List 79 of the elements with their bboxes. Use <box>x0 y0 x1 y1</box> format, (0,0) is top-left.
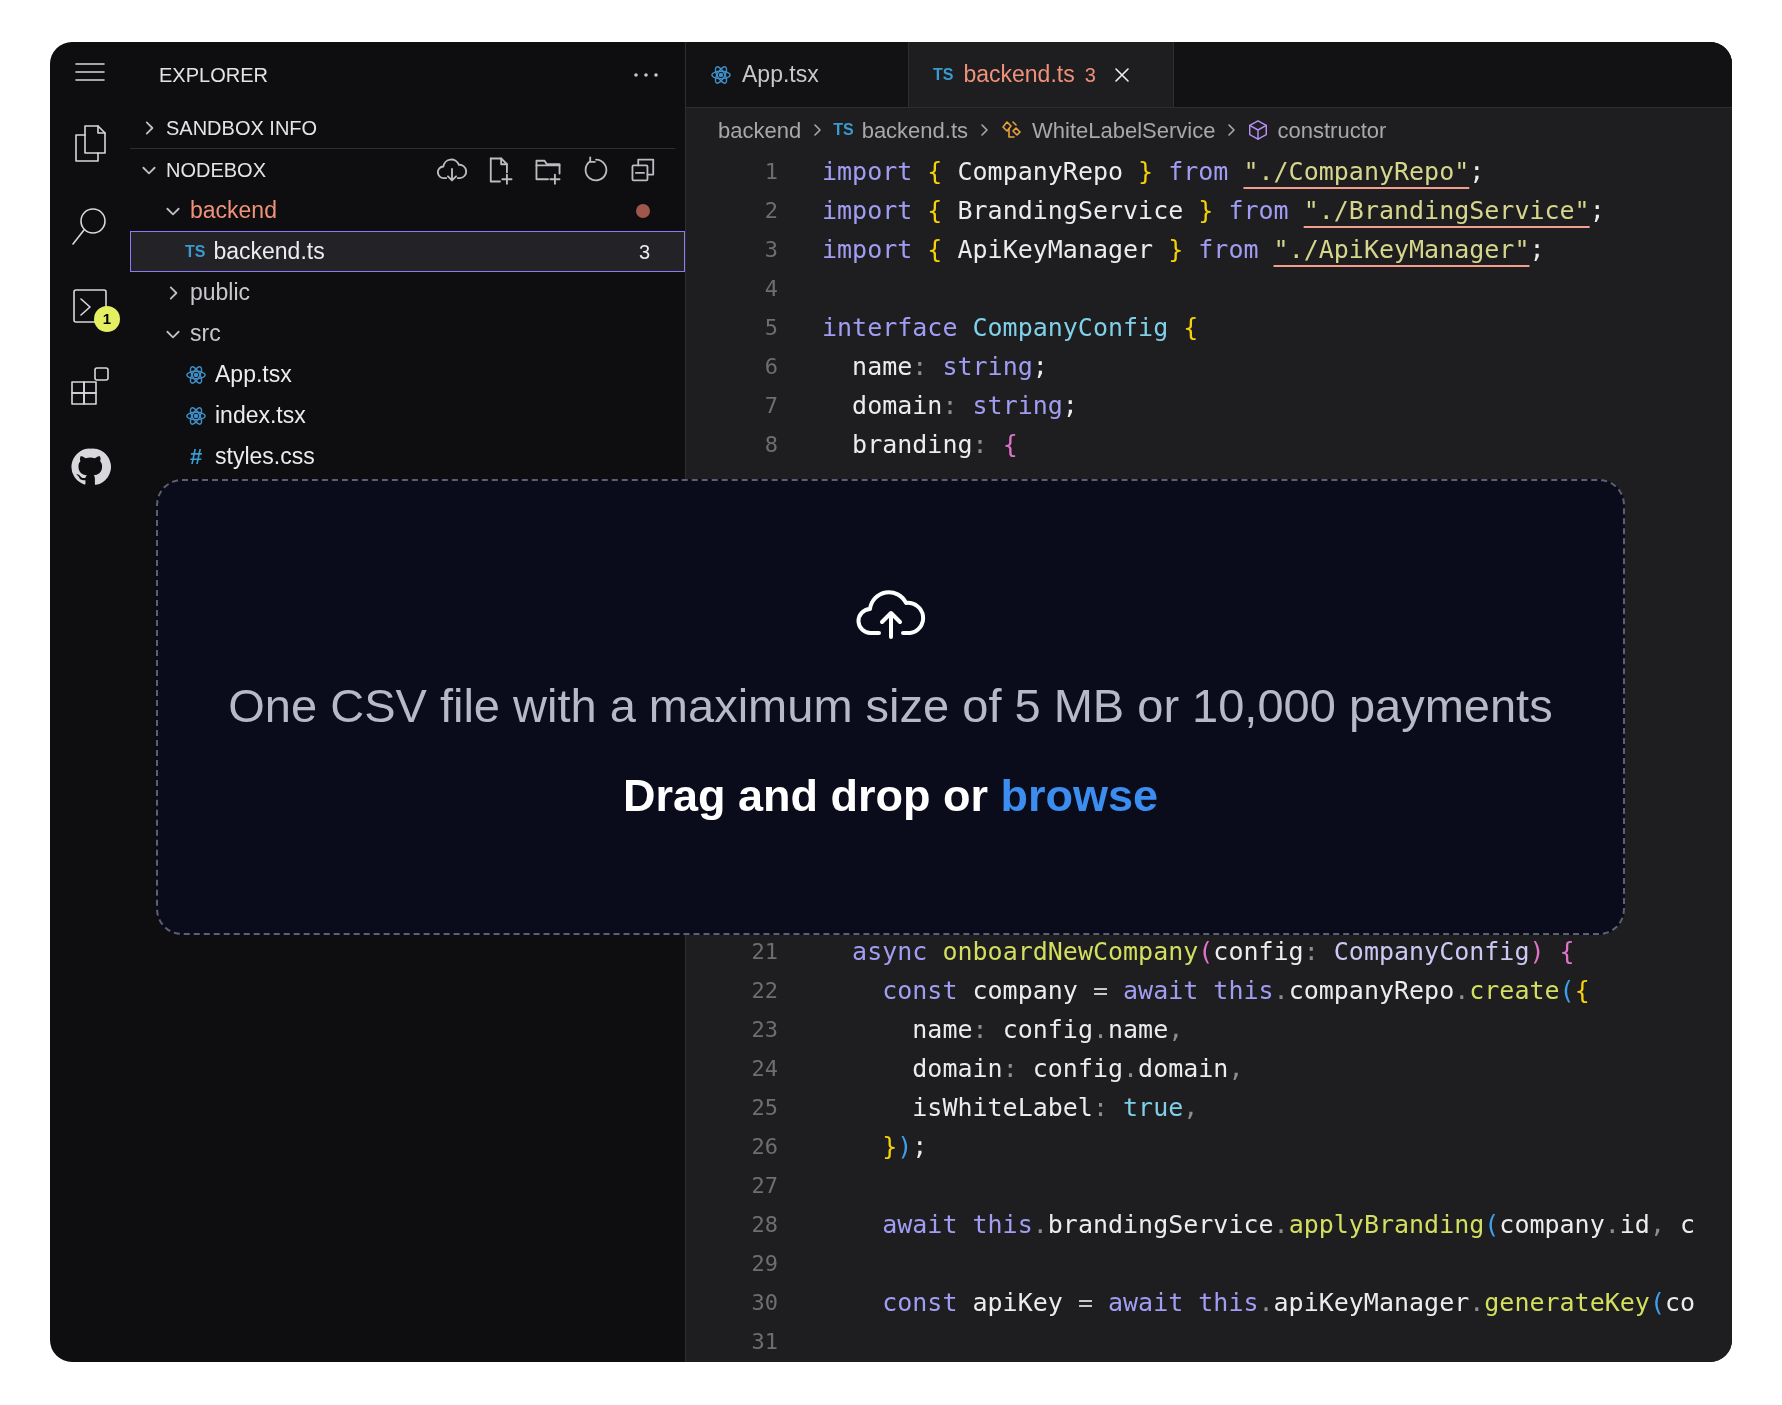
line-number: 24 <box>750 1055 778 1083</box>
line-number: 8 <box>763 431 778 459</box>
tab-label: backend.ts <box>963 60 1075 90</box>
line-number: 27 <box>750 1172 778 1200</box>
code-line: domain: config.domain, <box>911 1052 1244 1085</box>
code-line: import { BrandingService } from "./BrandingService"; <box>822 194 1605 227</box>
line-number: 26 <box>750 1133 778 1161</box>
tree-row[interactable]: public <box>130 272 685 313</box>
cube-icon <box>1247 119 1270 141</box>
ts-icon: TS <box>185 239 206 264</box>
explorer-title: EXPLORER <box>159 63 268 88</box>
breadcrumb-item[interactable]: constructor <box>1277 113 1387 147</box>
line-number: 23 <box>750 1016 778 1044</box>
code-line: const company = await this.companyRepo.create({ <box>881 974 1590 1007</box>
tree-row[interactable]: index.tsx <box>130 395 685 436</box>
atom-icon <box>710 63 732 86</box>
file-name: index.tsx <box>215 401 307 431</box>
code-line: name: string; <box>851 350 1048 383</box>
line-number: 22 <box>750 977 778 1005</box>
more-icon[interactable] <box>633 71 659 79</box>
folder-name: backend <box>190 196 278 226</box>
atom-icon <box>185 363 207 386</box>
tree-row[interactable]: TS backend.ts 3 <box>130 231 685 272</box>
line-number: 30 <box>750 1289 778 1317</box>
line-number: 6 <box>763 353 778 381</box>
drop-zone[interactable]: One CSV file with a maximum size of 5 MB or 10,000 payments Drag and drop or browse <box>156 479 1625 935</box>
line-number: 4 <box>763 275 778 303</box>
editor-tab[interactable]: TS backend.ts 3 <box>909 42 1174 107</box>
file-name: backend.ts <box>213 237 326 267</box>
section-header[interactable]: SANDBOX INFO <box>130 108 675 149</box>
line-number: 7 <box>763 392 778 420</box>
tree-row[interactable]: src <box>130 313 685 354</box>
problem-count: 3 <box>1084 62 1096 88</box>
tree-row[interactable]: App.tsx <box>130 354 685 395</box>
file-name: styles.css <box>215 442 316 472</box>
browse-link[interactable]: browse <box>1000 769 1159 821</box>
code-line: await this.brandingService.applyBranding(company.id, c <box>881 1208 1696 1241</box>
code-line: branding: { <box>851 428 1018 461</box>
problem-count: 3 <box>638 239 650 265</box>
section-header[interactable]: NODEBOX <box>130 149 685 190</box>
upload-prompt: Drag and drop or browse <box>622 768 1159 823</box>
menu-icon[interactable] <box>73 60 107 84</box>
tree-row[interactable]: backend <box>130 190 685 231</box>
line-number: 1 <box>763 158 778 186</box>
tab-label: App.tsx <box>742 60 819 90</box>
code-line: async onboardNewCompany(config: CompanyConfig) { <box>851 935 1575 968</box>
tree-row[interactable]: # styles.css <box>130 436 685 477</box>
line-number: 28 <box>750 1211 778 1239</box>
extensions-icon[interactable] <box>68 364 112 408</box>
folder-name: public <box>190 278 252 308</box>
hash-icon: # <box>185 440 207 473</box>
breadcrumb-item[interactable]: backend.ts <box>861 113 969 147</box>
upload-hint: One CSV file with a maximum size of 5 MB or 10,000 payments <box>228 678 1553 734</box>
line-number: 5 <box>763 314 778 342</box>
folder-name: src <box>190 319 222 349</box>
notification-badge: 1 <box>94 306 120 332</box>
line-number: 21 <box>750 938 778 966</box>
line-number: 25 <box>750 1094 778 1122</box>
ts-icon: TS <box>833 118 854 142</box>
section-title: SANDBOX INFO <box>166 116 319 141</box>
code-line: domain: string; <box>851 389 1078 422</box>
code-line: import { CompanyRepo } from "./CompanyRepo"; <box>822 155 1485 188</box>
section-title: NODEBOX <box>166 157 268 183</box>
code-line: import { ApiKeyManager } from "./ApiKeyManager"; <box>822 233 1545 266</box>
code-line: const apiKey = await this.apiKeyManager.generateKey(co <box>881 1286 1696 1319</box>
atom-icon <box>185 404 207 427</box>
breadcrumb-item[interactable]: backend <box>718 113 802 147</box>
line-number: 31 <box>750 1328 778 1356</box>
code-line: }); <box>881 1130 928 1163</box>
code-line: isWhiteLabel: true, <box>911 1091 1199 1124</box>
code-line: interface CompanyConfig { <box>822 311 1199 344</box>
code-line: name: config.name, <box>911 1013 1184 1046</box>
cat-icon[interactable] <box>69 446 111 488</box>
line-number: 3 <box>763 236 778 264</box>
file-name: App.tsx <box>215 360 293 390</box>
line-number: 29 <box>750 1250 778 1278</box>
breadcrumb-item[interactable]: WhiteLabelService <box>1032 113 1216 147</box>
ts-icon: TS <box>933 62 954 87</box>
line-number: 2 <box>763 197 778 225</box>
